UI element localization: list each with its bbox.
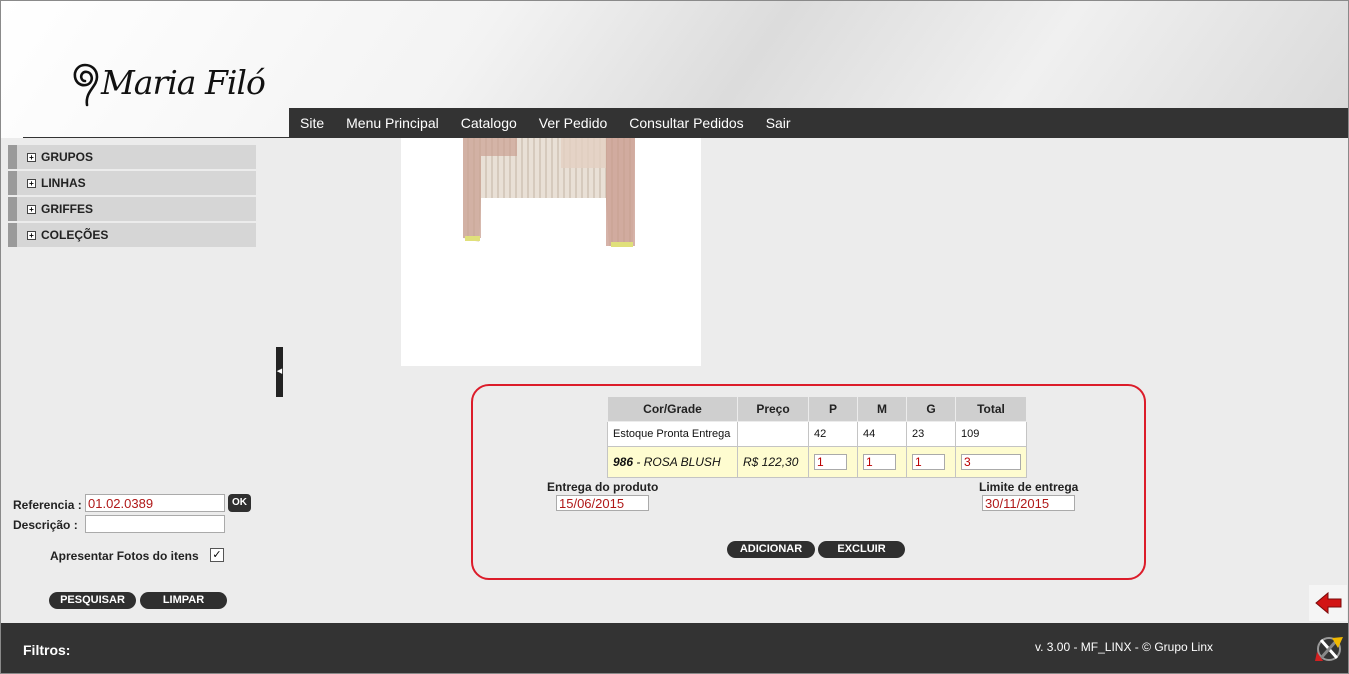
column-header: G (906, 396, 956, 422)
main-navbar: Site Menu Principal Catalogo Ver Pedido Cons… (289, 108, 1348, 138)
stock-g: 23 (906, 421, 956, 447)
sidebar-item-colecoes[interactable]: + COLEÇÕES (8, 223, 256, 247)
order-row: 986 - ROSA BLUSH R$ 122,30 (607, 446, 1027, 478)
logo-text: Maria Filó (101, 63, 266, 102)
qty-input-m[interactable] (863, 454, 896, 470)
delete-button[interactable]: EXCLUIR (818, 541, 905, 558)
entrega-date-input[interactable] (556, 495, 649, 511)
column-header: P (808, 396, 858, 422)
collapse-arrow-icon: ◀ (276, 368, 283, 375)
column-header: Preço (737, 396, 809, 422)
qty-cell-g (906, 446, 956, 478)
order-price: R$ 122,30 (737, 446, 809, 478)
limite-date-input[interactable] (982, 495, 1075, 511)
referencia-label: Referencia : (13, 498, 82, 512)
stock-label: Estoque Pronta Entrega (607, 421, 738, 447)
plus-icon: + (27, 205, 36, 214)
column-header: M (857, 396, 907, 422)
color-cell: 986 - ROSA BLUSH (607, 446, 738, 478)
column-header: Total (955, 396, 1027, 422)
entrega-label: Entrega do produto (547, 480, 659, 494)
sidebar-item-linhas[interactable]: + LINHAS (8, 171, 256, 195)
total-input[interactable] (961, 454, 1021, 470)
version-text: v. 3.00 - MF_LINX - © Grupo Linx (1035, 640, 1214, 654)
qty-cell-p (808, 446, 858, 478)
product-photo (401, 138, 701, 366)
nav-ver-pedido[interactable]: Ver Pedido (528, 108, 619, 138)
column-header: Cor/Grade (607, 396, 738, 422)
referencia-input[interactable] (85, 494, 225, 512)
ok-button[interactable]: OK (228, 494, 251, 512)
clear-button[interactable]: LIMPAR (140, 592, 227, 609)
sidebar-item-label: LINHAS (41, 176, 86, 190)
back-arrow-icon (1315, 591, 1342, 615)
size-grid-table: Cor/Grade Preço P M G Total Estoque Pron… (607, 396, 1027, 478)
qty-cell-total (955, 446, 1027, 478)
sidebar-item-label: GRUPOS (41, 150, 94, 164)
qty-input-g[interactable] (912, 454, 945, 470)
collapse-sidebar-handle[interactable]: ◀ (276, 347, 283, 397)
back-button[interactable] (1309, 585, 1347, 621)
nav-consultar-pedidos[interactable]: Consultar Pedidos (618, 108, 754, 138)
limite-label: Limite de entrega (979, 480, 1079, 494)
sidebar-item-label: GRIFFES (41, 202, 94, 216)
search-button[interactable]: PESQUISAR (49, 592, 136, 609)
stock-price (737, 421, 809, 447)
plus-icon: + (27, 179, 36, 188)
footer-bar: Filtros: v. 3.00 - MF_LINX - © Grupo Lin… (1, 623, 1348, 673)
category-sidebar: + GRUPOS + LINHAS + GRIFFES + COLEÇÕES (8, 145, 256, 249)
filtros-label: Filtros: (23, 642, 71, 658)
plus-icon: + (27, 153, 36, 162)
descricao-input[interactable] (85, 515, 225, 533)
checkmark-icon: ✓ (212, 549, 222, 561)
sidebar-item-grupos[interactable]: + GRUPOS (8, 145, 256, 169)
sidebar-item-label: COLEÇÕES (41, 228, 109, 242)
qty-cell-m (857, 446, 907, 478)
sweater-image (463, 138, 635, 247)
color-name: - ROSA BLUSH (633, 455, 721, 469)
nav-sair[interactable]: Sair (755, 108, 802, 138)
stock-row: Estoque Pronta Entrega 42 44 23 109 (607, 421, 1027, 447)
spiral-logo-icon (73, 63, 99, 107)
nav-catalogo[interactable]: Catalogo (450, 108, 528, 138)
table-header-row: Cor/Grade Preço P M G Total (607, 396, 1027, 422)
stock-p: 42 (808, 421, 858, 447)
nav-site[interactable]: Site (289, 108, 335, 138)
fotos-label: Apresentar Fotos do itens (50, 549, 199, 563)
add-button[interactable]: ADICIONAR (727, 541, 815, 558)
descricao-label: Descrição : (13, 518, 78, 532)
fotos-checkbox[interactable]: ✓ (210, 548, 224, 562)
sidebar-item-griffes[interactable]: + GRIFFES (8, 197, 256, 221)
nav-menu-principal[interactable]: Menu Principal (335, 108, 450, 138)
color-code: 986 (613, 455, 634, 469)
app-window: Maria Filó Site Menu Principal Catalogo Ver… (0, 0, 1349, 674)
stock-total: 109 (955, 421, 1027, 447)
linx-logo-icon[interactable] (1314, 635, 1344, 663)
plus-icon: + (27, 231, 36, 240)
logo-divider (23, 137, 291, 138)
qty-input-p[interactable] (814, 454, 847, 470)
stock-m: 44 (857, 421, 907, 447)
